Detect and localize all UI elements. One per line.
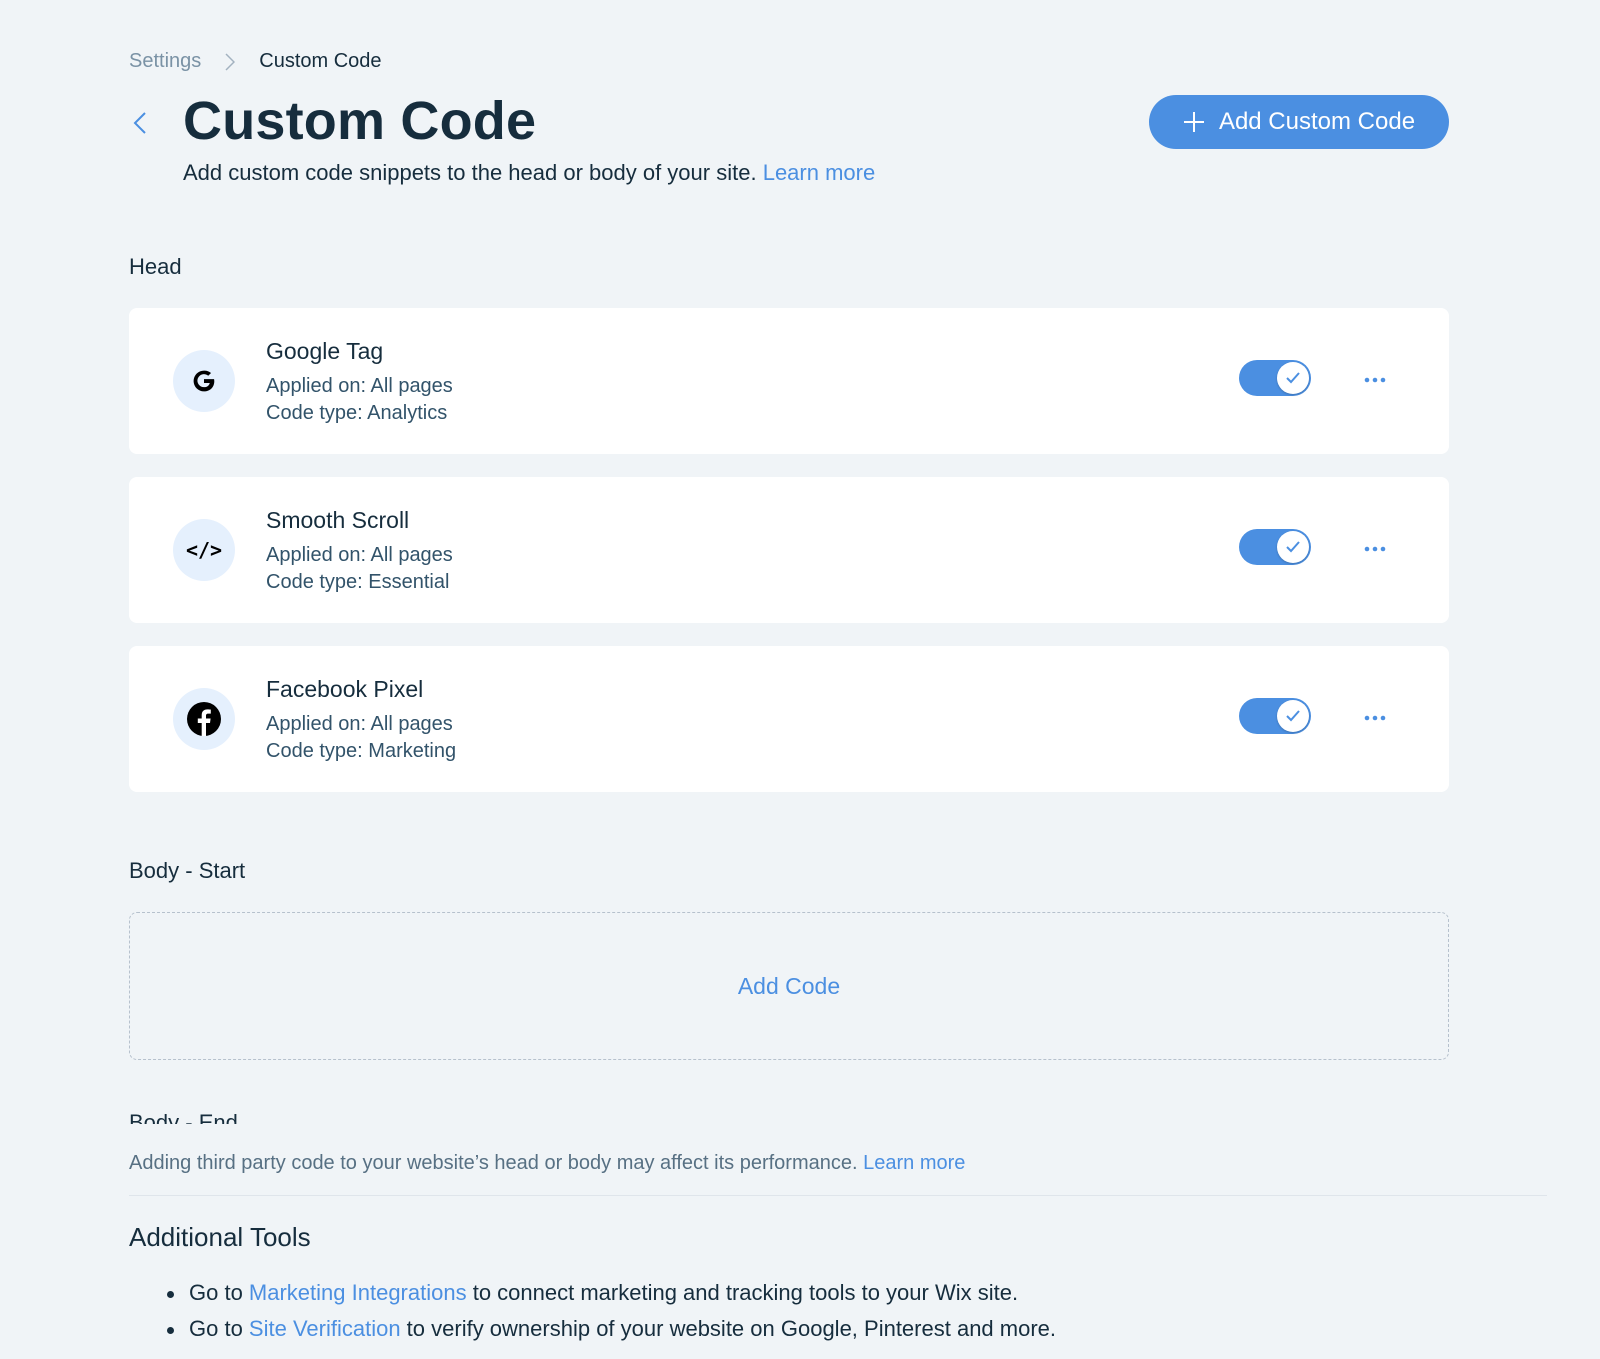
more-actions-button[interactable] — [1361, 704, 1389, 732]
more-dots-icon — [1364, 546, 1386, 552]
snippet-card: </> Smooth Scroll Applied on: All pages … — [129, 477, 1449, 623]
snippet-type: Code type: Analytics — [266, 402, 448, 424]
snippet-name: Smooth Scroll — [266, 507, 410, 533]
code-icon: </> — [173, 519, 235, 581]
add-code-button[interactable]: Add Code — [129, 912, 1449, 1060]
snippet-toggle[interactable] — [1239, 529, 1311, 565]
additional-tools-title: Additional Tools — [129, 1222, 311, 1252]
more-dots-icon — [1364, 715, 1386, 721]
check-icon — [1277, 362, 1309, 394]
page-subtitle: Add custom code snippets to the head or … — [183, 160, 875, 186]
tool-prefix: Go to — [189, 1280, 249, 1305]
snippet-card: Google Tag Applied on: All pages Code ty… — [129, 308, 1449, 454]
snippet-name: Facebook Pixel — [266, 676, 424, 702]
tool-suffix: to verify ownership of your website on G… — [400, 1316, 1057, 1341]
subtitle-text: Add custom code snippets to the head or … — [183, 160, 757, 185]
snippet-toggle[interactable] — [1239, 698, 1311, 734]
page-title: Custom Code — [183, 91, 537, 151]
chevron-left-icon — [133, 112, 146, 134]
site-verification-link[interactable]: Site Verification — [249, 1316, 401, 1341]
performance-note-text: Adding third party code to your website’… — [129, 1152, 858, 1174]
check-icon — [1277, 531, 1309, 563]
snippet-card: Facebook Pixel Applied on: All pages Cod… — [129, 646, 1449, 792]
section-body-start-label: Body - Start — [129, 858, 246, 883]
google-icon — [173, 350, 235, 412]
list-item: Go to Marketing Integrations to connect … — [129, 1280, 1056, 1316]
list-item: Go to Site Verification to verify owners… — [129, 1316, 1056, 1352]
learn-more-link[interactable]: Learn more — [763, 160, 876, 185]
check-icon — [1277, 700, 1309, 732]
breadcrumb-settings[interactable]: Settings — [129, 50, 201, 73]
additional-tools-list: Go to Marketing Integrations to connect … — [129, 1280, 1056, 1352]
performance-learn-more-link[interactable]: Learn more — [863, 1152, 965, 1174]
performance-note: Adding third party code to your website’… — [129, 1152, 965, 1175]
more-dots-icon — [1364, 377, 1386, 383]
add-code-label: Add Code — [737, 972, 841, 999]
facebook-icon — [173, 688, 235, 750]
snippet-applied: Applied on: All pages — [266, 544, 453, 566]
snippet-applied: Applied on: All pages — [266, 713, 453, 735]
add-custom-code-button[interactable]: Add Custom Code — [1149, 95, 1449, 149]
bullet-icon — [167, 1327, 174, 1334]
bullet-icon — [167, 1291, 174, 1298]
snippet-name: Google Tag — [266, 338, 384, 364]
section-body-end-label: Body - End — [129, 1110, 238, 1124]
plus-icon — [1183, 112, 1204, 132]
chevron-right-icon — [225, 52, 236, 71]
marketing-integrations-link[interactable]: Marketing Integrations — [249, 1280, 467, 1305]
more-actions-button[interactable] — [1361, 366, 1389, 394]
tool-suffix: to connect marketing and tracking tools … — [466, 1280, 1019, 1305]
snippet-applied: Applied on: All pages — [266, 375, 453, 397]
divider — [129, 1195, 1547, 1196]
snippet-type: Code type: Essential — [266, 571, 450, 593]
scroll-viewport: Settings Custom Code Custom Code Add cus… — [0, 0, 1520, 1124]
breadcrumb-current: Custom Code — [259, 50, 382, 72]
more-actions-button[interactable] — [1361, 535, 1389, 563]
add-custom-code-label: Add Custom Code — [1218, 108, 1416, 135]
tool-prefix: Go to — [189, 1316, 249, 1341]
section-head-label: Head — [129, 254, 182, 279]
back-button[interactable] — [129, 108, 151, 138]
breadcrumb: Settings Custom Code — [129, 50, 382, 73]
snippet-type: Code type: Marketing — [266, 740, 457, 762]
snippet-toggle[interactable] — [1239, 360, 1311, 396]
